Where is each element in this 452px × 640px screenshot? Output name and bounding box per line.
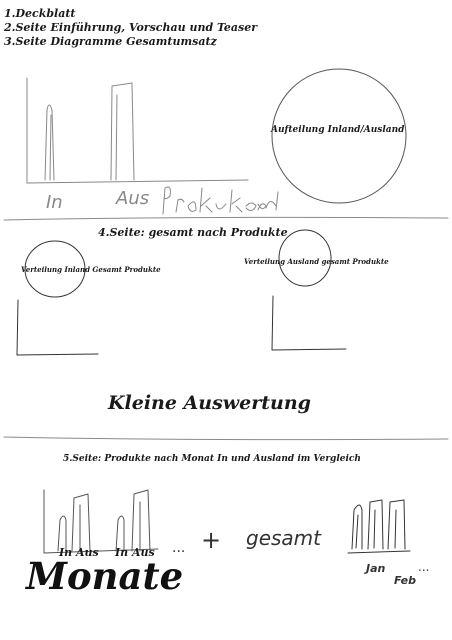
page5-heading: 5.Seite: Produkte nach Monat In und Ausl… — [63, 454, 361, 464]
page4-right-axis-sketch — [271, 295, 347, 351]
page5-handwritten-more: ... — [418, 560, 430, 574]
divider-1 — [3, 216, 449, 221]
summary-title: Kleine Auswertung — [108, 392, 311, 414]
page3-pie-sketch — [271, 68, 407, 204]
page5-plus: + — [201, 526, 222, 554]
page4-left-axis-sketch — [16, 299, 99, 356]
page3-handwritten-in: In — [46, 192, 63, 213]
page3-bar-sketch — [26, 77, 249, 184]
month-label: Monate — [26, 554, 184, 598]
page5-handwritten-jan: Jan — [366, 562, 386, 575]
page5-handwritten-gesamt: gesamt — [246, 526, 321, 550]
page3-handwritten-aus: Aus — [116, 188, 150, 209]
hand-sketch-layer — [3, 68, 449, 554]
page3-pie-label: Aufteilung Inland/Ausland — [271, 125, 405, 135]
page5-handwritten-feb: Feb — [394, 574, 416, 587]
divider-2 — [3, 436, 449, 441]
page5-bar-sketch — [43, 489, 159, 554]
page4-left-pie-label: Verteilung Inland Gesamt Produkte — [21, 265, 161, 274]
page4-right-pie-label: Verteilung Ausland gesamt Produkte — [244, 257, 389, 266]
page5-gesamt-bar-sketch — [347, 499, 411, 554]
document-page: 1.Deckblatt 2.Seite Einführung, Vorschau… — [0, 0, 452, 640]
produkte-gesamt-scrawl — [162, 186, 279, 215]
page4-heading: 4.Seite: gesamt nach Produkte — [98, 226, 288, 239]
